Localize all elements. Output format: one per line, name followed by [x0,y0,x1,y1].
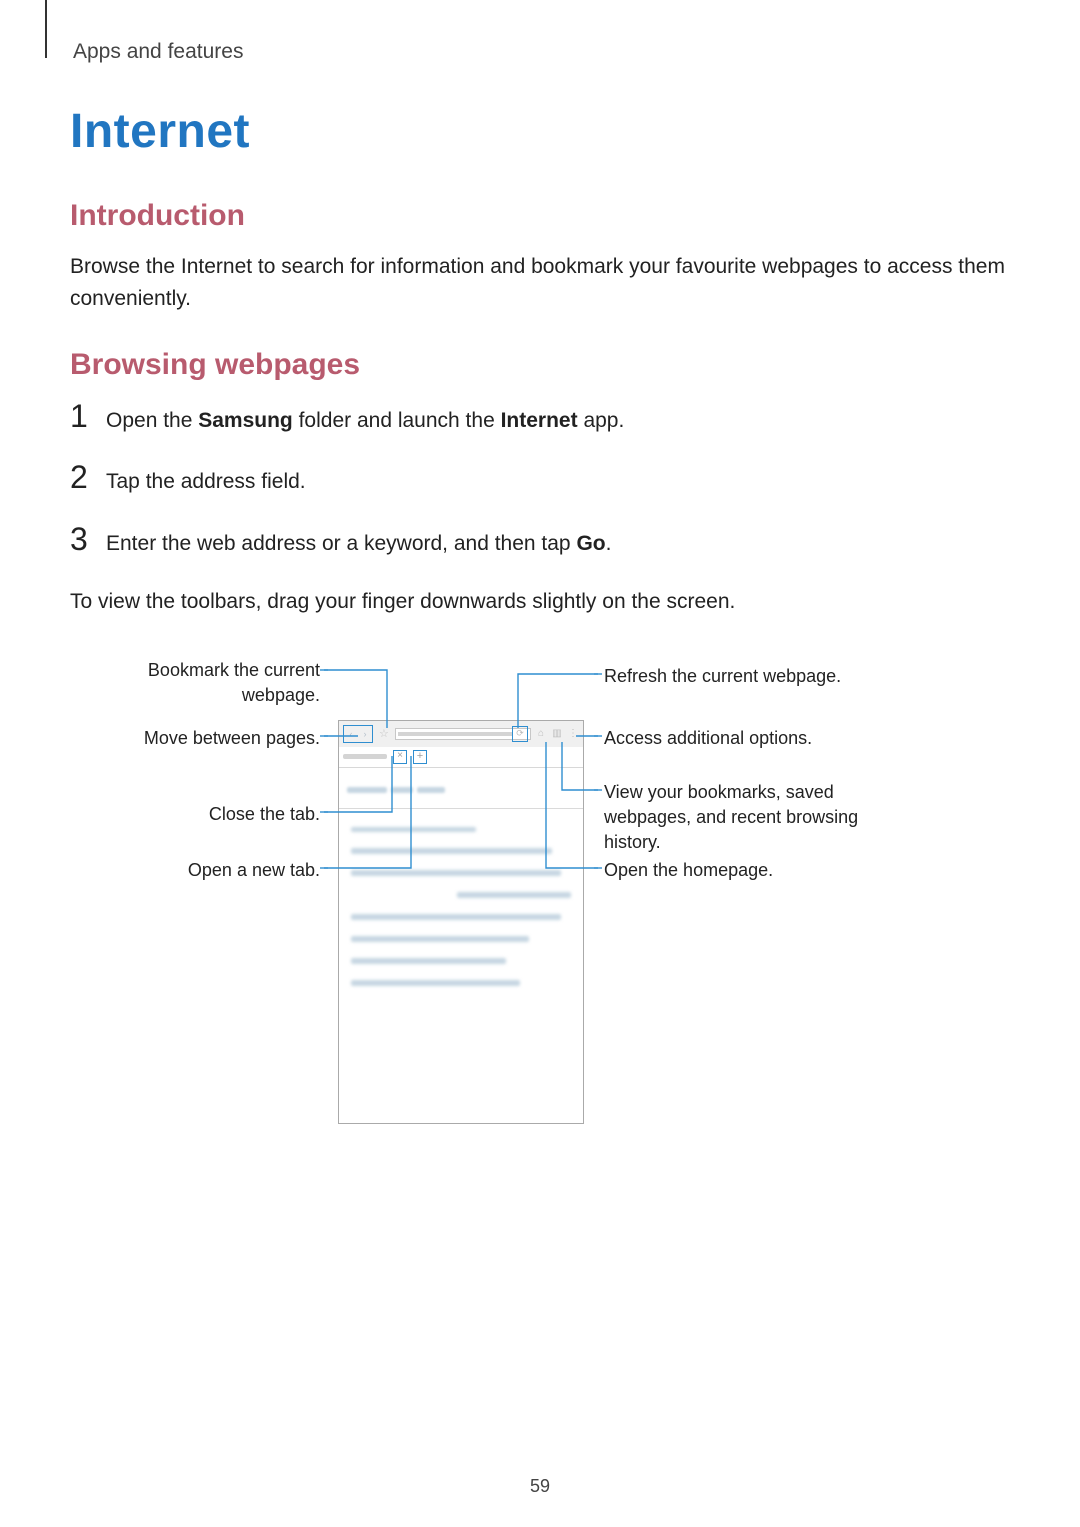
step-number: 1 [70,400,106,432]
device-mock: ‹ › ☆ ⟳ ⌂ ▥ ⋮ × + [338,720,584,1124]
diagram: Bookmark the current webpage. Move betwe… [70,652,1010,1152]
page-body [339,809,583,1010]
refresh-icon: ⟳ [512,726,528,742]
more-options-icon: ⋮ [567,728,579,739]
callout-options: Access additional options. [604,726,904,751]
page-number: 59 [0,1476,1080,1497]
callout-close-tab: Close the tab. [90,802,320,827]
home-icon: ⌂ [535,728,547,739]
intro-heading: Introduction [70,199,1010,233]
nav-back-forward: ‹ › [343,725,373,743]
section-header: Apps and features [73,40,1010,64]
browser-toolbar: ‹ › ☆ ⟳ ⌂ ▥ ⋮ [339,721,583,747]
step-text: Tap the address field. [106,467,306,496]
intro-text: Browse the Internet to search for inform… [70,251,1010,314]
bookmark-list-icon: ▥ [551,728,563,739]
page-title: Internet [70,104,1010,159]
callout-bookmarks: View your bookmarks, saved webpages, and… [604,780,864,856]
callout-homepage: Open the homepage. [604,858,904,883]
address-bar: ⟳ [395,728,531,740]
star-icon: ☆ [377,727,391,740]
step-number: 3 [70,523,106,555]
steps-list: 1 Open the Samsung folder and launch the… [70,400,1010,558]
page-edge-mark [45,0,47,58]
new-tab-icon: + [413,750,427,764]
step-number: 2 [70,461,106,493]
toolbar-note: To view the toolbars, drag your finger d… [70,586,1010,618]
tab-label [343,754,387,759]
browsing-heading: Browsing webpages [70,348,1010,382]
chevron-right-icon: › [364,729,367,739]
callout-new-tab: Open a new tab. [90,858,320,883]
step-text: Open the Samsung folder and launch the I… [106,406,624,435]
chevron-left-icon: ‹ [350,729,353,739]
callout-bookmark: Bookmark the current webpage. [90,658,320,708]
close-tab-icon: × [393,750,407,764]
callout-refresh: Refresh the current webpage. [604,664,904,689]
page-hero [339,768,583,809]
callout-move-pages: Move between pages. [90,726,320,751]
step-item: 1 Open the Samsung folder and launch the… [70,400,1010,435]
step-item: 2 Tap the address field. [70,461,1010,496]
url-placeholder [398,732,512,736]
step-item: 3 Enter the web address or a keyword, an… [70,523,1010,558]
tab-strip: × + [339,747,583,768]
step-text: Enter the web address or a keyword, and … [106,529,611,558]
